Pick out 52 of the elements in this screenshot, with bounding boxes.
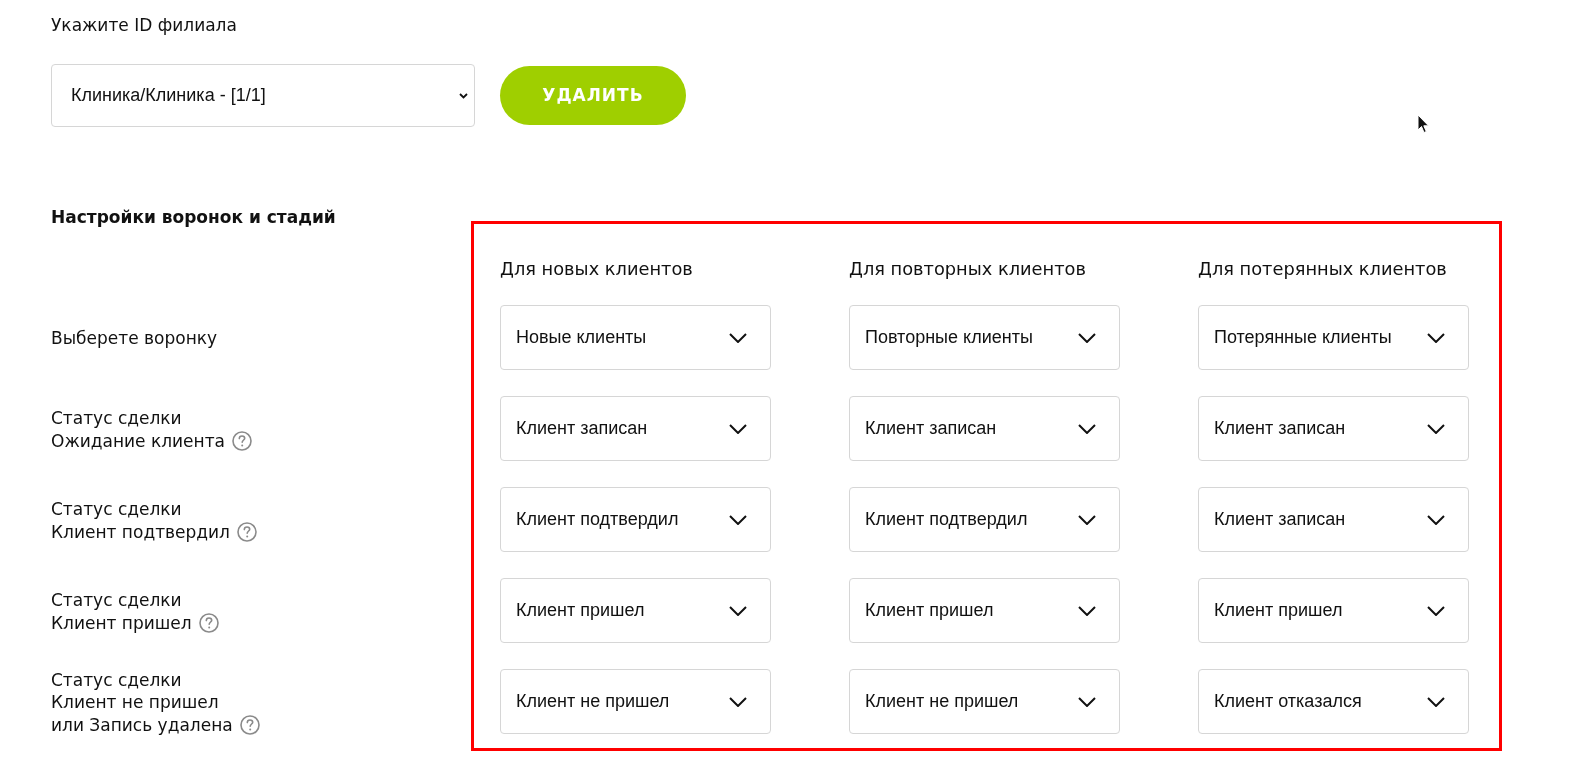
column-header: Для новых клиентов xyxy=(500,258,693,280)
chevron-down-icon xyxy=(1078,423,1096,434)
help-icon[interactable] xyxy=(198,612,219,633)
chevron-down-icon xyxy=(459,92,468,99)
mouse-pointer-icon xyxy=(1417,114,1430,134)
chevron-down-icon xyxy=(1427,696,1445,707)
column-header: Для потерянных клиентов xyxy=(1198,258,1447,280)
column-header: Для повторных клиентов xyxy=(849,258,1086,280)
stage-dropdown[interactable]: Клиент записан xyxy=(1198,487,1469,552)
row-label: Клиент не пришел xyxy=(51,691,219,714)
stage-dropdown[interactable]: Клиент не пришел xyxy=(849,669,1120,734)
stage-dropdown[interactable]: Клиент не пришел xyxy=(500,669,771,734)
chevron-down-icon xyxy=(1078,696,1096,707)
stage-dropdown[interactable]: Клиент пришел xyxy=(849,578,1120,643)
stage-dropdown[interactable]: Клиент записан xyxy=(849,396,1120,461)
help-icon[interactable] xyxy=(232,430,253,451)
stage-dropdown[interactable]: Клиент пришел xyxy=(500,578,771,643)
stage-dropdown[interactable]: Клиент пришел xyxy=(1198,578,1469,643)
help-icon[interactable] xyxy=(239,715,260,735)
stage-dropdown[interactable]: Клиент записан xyxy=(1198,396,1469,461)
stage-dropdown[interactable]: Повторные клиенты xyxy=(849,305,1120,370)
stage-dropdown[interactable]: Клиент подтвердил xyxy=(849,487,1120,552)
stage-dropdown[interactable]: Клиент записан xyxy=(500,396,771,461)
chevron-down-icon xyxy=(1078,332,1096,343)
stage-dropdown[interactable]: Новые клиенты xyxy=(500,305,771,370)
chevron-down-icon xyxy=(1427,605,1445,616)
row-label: Статус сделки xyxy=(51,498,182,521)
chevron-down-icon xyxy=(729,423,747,434)
chevron-down-icon xyxy=(729,514,747,525)
row-label: Статус сделки xyxy=(51,407,182,430)
row-label: Выберете воронку xyxy=(51,327,218,350)
row-label: Клиент пришел xyxy=(51,611,192,634)
row-label: Статус сделки xyxy=(51,589,182,612)
help-icon[interactable] xyxy=(237,521,257,542)
chevron-down-icon xyxy=(1078,605,1096,616)
section-title: Настройки воронок и стадий xyxy=(51,206,336,228)
chevron-down-icon xyxy=(729,605,747,616)
chevron-down-icon xyxy=(1427,514,1445,525)
row-label: Ожидание клиента xyxy=(51,429,226,452)
chevron-down-icon xyxy=(1427,423,1445,434)
branch-select[interactable]: Клиника/Клиника - [1/1] xyxy=(51,64,475,127)
stage-dropdown[interactable]: Клиент отказался xyxy=(1198,669,1469,734)
field-label: Укажите ID филиала xyxy=(51,14,237,36)
row-label: или Запись удалена xyxy=(51,713,233,737)
stage-dropdown[interactable]: Потерянные клиенты xyxy=(1198,305,1469,370)
row-label: Статус сделки xyxy=(51,668,182,692)
chevron-down-icon xyxy=(729,696,747,707)
chevron-down-icon xyxy=(1078,514,1096,525)
chevron-down-icon xyxy=(729,332,747,343)
stage-dropdown[interactable]: Клиент подтвердил xyxy=(500,487,771,552)
row-label: Клиент подтвердил xyxy=(51,520,230,543)
chevron-down-icon xyxy=(1427,332,1445,343)
